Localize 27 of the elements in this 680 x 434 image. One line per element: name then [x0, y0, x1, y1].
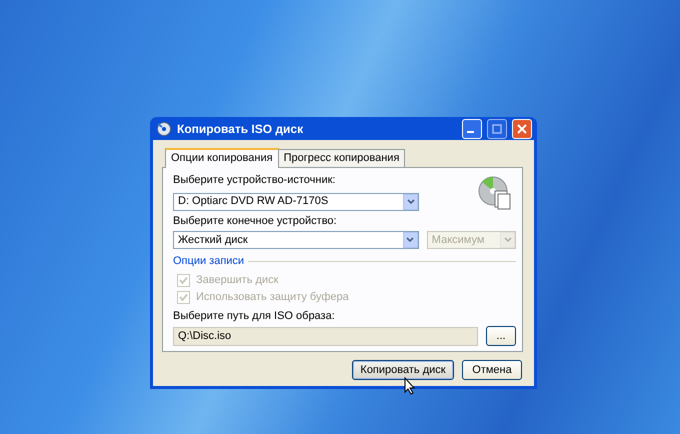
window-title: Копировать ISO диск — [177, 120, 304, 138]
disc-app-icon — [156, 120, 172, 136]
field-label: Выберите конечное устройство: — [173, 214, 338, 228]
chevron-down-icon — [504, 237, 512, 243]
chevron-down-icon — [406, 198, 414, 204]
group-title: Опции записи — [173, 254, 244, 269]
chevron-down-icon — [406, 237, 414, 243]
close-icon — [517, 124, 527, 134]
minimize-icon — [467, 131, 474, 133]
checkbox-label: Завершить диск — [196, 272, 278, 288]
checkbox-label: Использовать защиту буфера — [196, 290, 349, 305]
tab[interactable]: Опции копирования — [165, 148, 279, 168]
browse-button[interactable]: ... — [486, 326, 516, 346]
close-button[interactable] — [512, 118, 532, 138]
source-dropdown[interactable]: D: Optiarc DVD RW AD-7170S — [173, 192, 419, 210]
cancel-button[interactable]: Отмена — [462, 360, 522, 380]
field-label: Выберите устройство-источник: — [173, 173, 336, 188]
mouse-cursor-icon — [404, 377, 416, 395]
maximize-icon — [492, 124, 502, 134]
copy-disc-button[interactable]: Копировать диск — [352, 360, 454, 380]
field-label: Выберите путь для ISO образа: — [173, 308, 336, 324]
iso-path-field[interactable]: Q:\Disc.iso — [173, 326, 478, 346]
minimize-button[interactable] — [462, 118, 482, 138]
maximize-button[interactable] — [487, 118, 507, 138]
target-dropdown[interactable]: Жесткий диск — [173, 231, 419, 249]
disc-copy-icon — [478, 176, 512, 210]
tab[interactable]: Прогресс копирования — [278, 149, 406, 167]
